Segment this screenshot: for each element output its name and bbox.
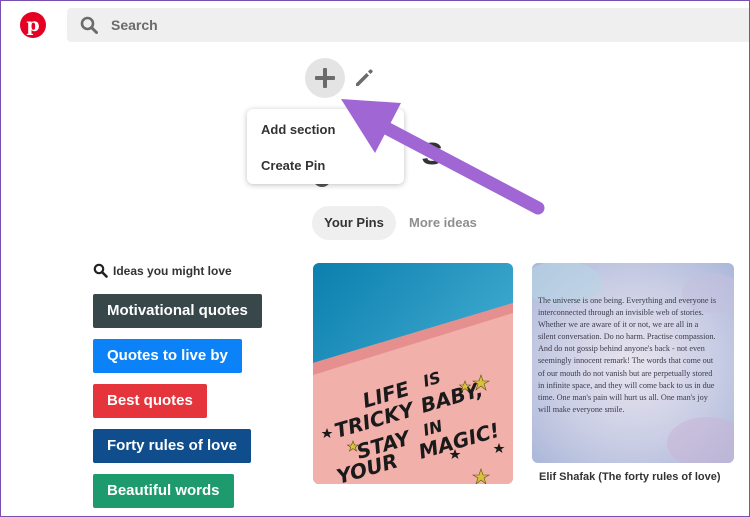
search-icon <box>93 263 108 278</box>
pin-card[interactable]: LIFE IS TRICKY BABY, STAY IN YOUR MAGIC! <box>313 263 513 484</box>
add-section-item[interactable]: Add section <box>261 122 335 137</box>
chip-beautiful-words[interactable]: Beautiful words <box>93 474 234 508</box>
add-button[interactable] <box>305 58 345 98</box>
create-pin-item[interactable]: Create Pin <box>261 158 325 173</box>
top-bar: p Search <box>1 1 749 51</box>
page: p Search s Add section Create Pin Your P… <box>0 0 750 517</box>
annotation-arrow-icon <box>341 99 545 215</box>
search-placeholder: Search <box>111 17 158 33</box>
chip-motivational-quotes[interactable]: Motivational quotes <box>93 294 262 328</box>
chip-quotes-to-live-by[interactable]: Quotes to live by <box>93 339 242 373</box>
logo-letter: p <box>26 14 40 36</box>
pinterest-logo[interactable]: p <box>20 12 46 38</box>
pin-card[interactable]: The universe is one being. Everything an… <box>532 263 734 463</box>
quote-text: The universe is one being. Everything an… <box>538 296 717 414</box>
search-icon <box>80 16 98 34</box>
ideas-title: Ideas you might love <box>113 264 232 278</box>
pencil-icon[interactable] <box>353 67 375 89</box>
pin-image: LIFE IS TRICKY BABY, STAY IN YOUR MAGIC! <box>313 263 513 484</box>
chip-best-quotes[interactable]: Best quotes <box>93 384 207 418</box>
search-input[interactable]: Search <box>67 8 749 42</box>
pin-caption[interactable]: Elif Shafak (The forty rules of love) <box>539 471 721 483</box>
chip-forty-rules-of-love[interactable]: Forty rules of love <box>93 429 252 463</box>
